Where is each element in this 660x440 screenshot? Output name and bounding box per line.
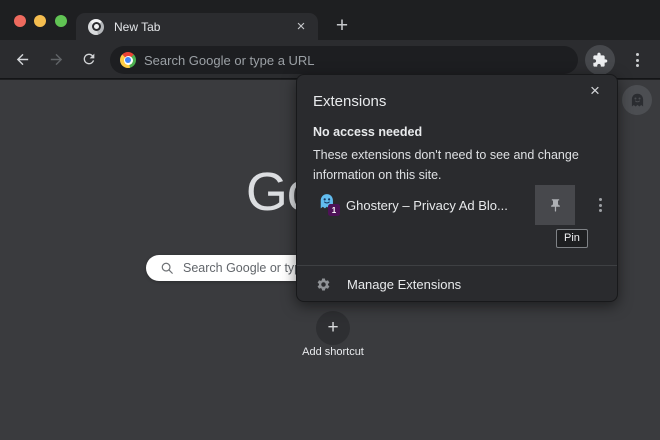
- push-pin-icon: [548, 198, 563, 213]
- puzzle-piece-icon: [592, 52, 608, 68]
- extension-badge: 1: [328, 204, 340, 216]
- chrome-logo-icon: [120, 52, 136, 68]
- chrome-grayscale-favicon-icon: [88, 19, 104, 35]
- address-bar[interactable]: Search Google or type a URL: [110, 46, 578, 74]
- refresh-icon: [81, 51, 97, 67]
- pin-extension-button[interactable]: [535, 185, 575, 225]
- ghostery-extension-icon: 1: [317, 193, 339, 215]
- gear-icon: [316, 277, 331, 292]
- popup-close-button[interactable]: ×: [585, 80, 605, 100]
- title-bar: New Tab × +: [0, 0, 660, 40]
- arrow-right-icon: [48, 51, 65, 68]
- extension-row: 1 Ghostery – Privacy Ad Blo...: [297, 185, 619, 225]
- pin-tooltip: Pin: [556, 229, 588, 248]
- address-bar-placeholder: Search Google or type a URL: [144, 53, 315, 68]
- popup-title: Extensions: [313, 93, 386, 110]
- reload-button[interactable]: [74, 44, 104, 74]
- close-tab-icon[interactable]: ×: [292, 18, 310, 36]
- minimize-window-button[interactable]: [34, 15, 46, 27]
- browser-window: New Tab × + Search Google or type a URL: [0, 0, 660, 440]
- extension-more-button[interactable]: [589, 190, 611, 220]
- access-heading: No access needed: [313, 125, 422, 139]
- magnifier-icon: [160, 261, 174, 275]
- ghost-avatar-icon: [629, 92, 646, 109]
- tab-title: New Tab: [114, 20, 292, 34]
- three-dots-vertical-icon: [599, 198, 602, 212]
- tab-new-tab[interactable]: New Tab ×: [76, 13, 318, 40]
- add-shortcut-button[interactable]: +: [316, 311, 350, 345]
- extension-name: Ghostery – Privacy Ad Blo...: [346, 185, 508, 225]
- manage-extensions-label: Manage Extensions: [347, 277, 461, 292]
- zoom-window-button[interactable]: [55, 15, 67, 27]
- access-description: These extensions don't need to see and c…: [313, 145, 605, 185]
- manage-extensions-item[interactable]: Manage Extensions: [297, 266, 619, 303]
- browser-menu-button[interactable]: [626, 45, 648, 75]
- profile-avatar[interactable]: [622, 85, 652, 115]
- close-window-button[interactable]: [14, 15, 26, 27]
- new-tab-button[interactable]: +: [328, 12, 356, 40]
- three-dots-vertical-icon: [636, 53, 639, 67]
- extensions-toolbar-button[interactable]: [585, 45, 615, 75]
- extensions-popup: Extensions × No access needed These exte…: [296, 74, 618, 302]
- back-button[interactable]: [7, 44, 37, 74]
- forward-button[interactable]: [41, 44, 71, 74]
- arrow-left-icon: [14, 51, 31, 68]
- add-shortcut-label: Add shortcut: [253, 346, 413, 358]
